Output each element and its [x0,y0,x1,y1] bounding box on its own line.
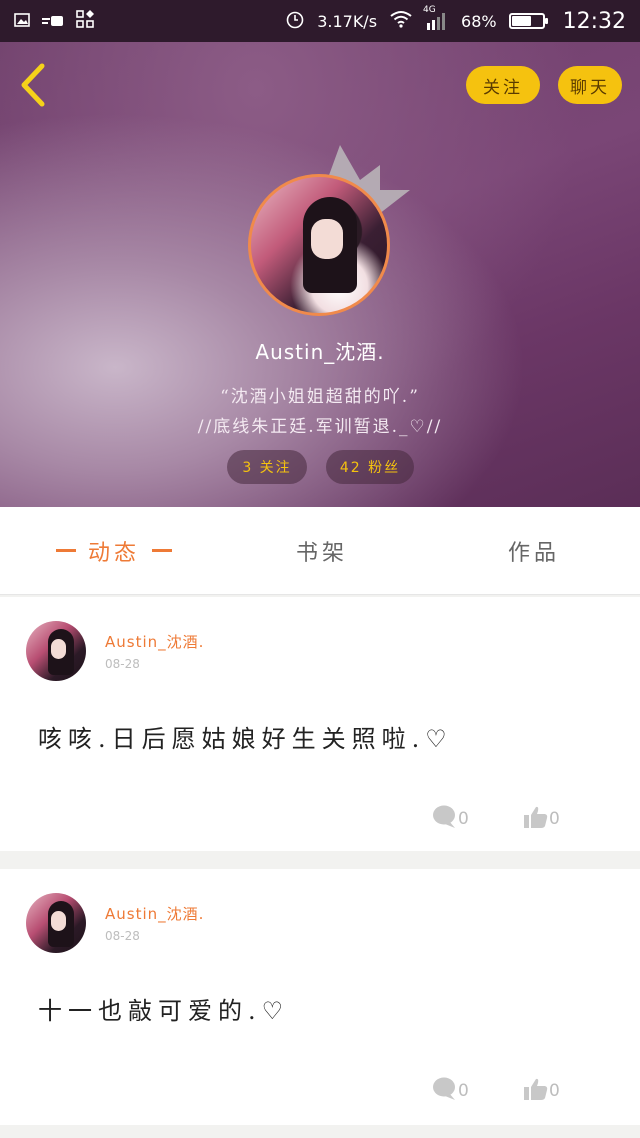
tab-dynamics-label: 动态 [88,540,141,566]
back-icon [21,63,45,107]
status-right: 3.17K/s 4G 68% 12:32 [285,5,626,34]
post-avatar[interactable] [26,621,86,681]
profile-bio-line-1: “沈酒小姐姐超甜的吖.” [220,387,420,407]
like-button[interactable]: 0 [523,1077,560,1101]
post-username[interactable]: Austin_沈酒. [105,903,204,924]
like-icon [524,1078,548,1100]
chat-button[interactable]: 聊天 [558,66,622,104]
network-type: 4G [423,5,436,15]
follow-button[interactable]: 关注 [466,66,540,104]
battery-icon [508,13,548,29]
back-button[interactable] [16,62,56,108]
profile-avatar[interactable] [248,174,390,316]
comment-icon [433,805,455,828]
post-username[interactable]: Austin_沈酒. [105,631,204,652]
like-icon [524,806,548,828]
profile-tabs: 动态 书架 作品 [0,507,640,595]
comment-button[interactable]: 0 [432,805,469,829]
status-left [14,10,94,32]
profile-username: Austin_沈酒. [255,340,385,364]
post-text: 咳咳.日后愿姑娘好生关照啦.♡ [38,725,453,753]
like-count: 0 [549,1081,560,1101]
fans-count[interactable]: 42 粉丝 [326,450,414,484]
message-icon [42,12,64,31]
tab-dynamics[interactable]: 动态 [44,507,184,594]
like-button[interactable]: 0 [523,805,560,829]
post-card[interactable]: Austin_沈酒. 08-28 咳咳.日后愿姑娘好生关照啦.♡ 0 0 [0,597,640,851]
post-date: 08-28 [105,929,140,943]
post-card[interactable]: Austin_沈酒. 08-28 十一也敲可爱的.♡ 0 0 [0,869,640,1125]
battery-fill [511,16,532,26]
tab-indicator-left [56,549,76,552]
comment-button[interactable]: 0 [432,1077,469,1101]
battery-percent: 68% [461,11,497,31]
image-icon [14,12,30,31]
post-avatar[interactable] [26,893,86,953]
alarm-icon [285,9,305,33]
profile-header: 关注 聊天 Austin_沈酒. “沈酒小姐姐超甜的吖.” //底线朱正廷.军训… [0,42,640,507]
grid-icon [76,10,94,32]
tab-indicator-right [152,549,173,552]
status-bar: 3.17K/s 4G 68% 12:32 [0,0,640,42]
network-speed: 3.17K/s [317,11,378,31]
post-date: 08-28 [105,657,140,671]
following-count[interactable]: 3 关注 [227,450,307,484]
tab-bookshelf[interactable]: 书架 [296,507,348,594]
comment-icon [433,1077,455,1100]
post-text: 十一也敲可爱的.♡ [38,997,290,1025]
wifi-icon [389,10,413,32]
like-count: 0 [549,809,560,829]
comment-count: 0 [458,1081,469,1101]
tab-works[interactable]: 作品 [508,507,560,594]
profile-avatar-wrap [248,174,390,316]
profile-bio-line-2: //底线朱正廷.军训暂退._♡// [197,417,443,437]
clock: 12:32 [562,8,626,34]
comment-count: 0 [458,809,469,829]
signal-icon: 4G [423,5,449,31]
